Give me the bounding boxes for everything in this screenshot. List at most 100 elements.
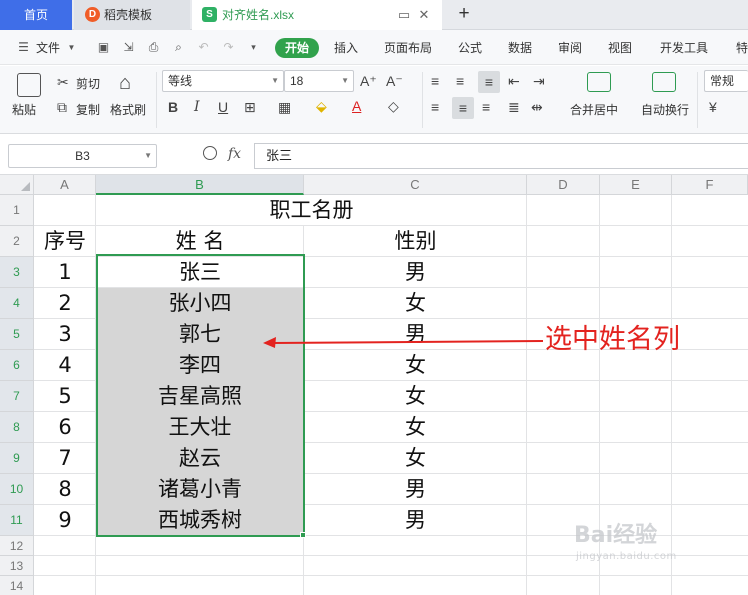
merge-center-icon[interactable] xyxy=(587,72,611,92)
column-header-a[interactable]: A xyxy=(34,175,96,195)
cell-gender[interactable]: 男 xyxy=(304,505,527,536)
window-restore-icon[interactable]: ▭ xyxy=(396,7,412,23)
cell-gender[interactable]: 男 xyxy=(304,474,527,505)
menu-view[interactable]: 视图 xyxy=(608,40,632,56)
cell-title[interactable]: 职工名册 xyxy=(96,195,527,226)
print-preview-icon[interactable]: ⌕ xyxy=(171,40,186,55)
row-header-7[interactable]: 7 xyxy=(0,381,34,412)
cell-number[interactable]: 5 xyxy=(34,381,96,412)
scissors-icon[interactable]: ✂ xyxy=(57,74,69,90)
align-top-icon[interactable]: ≡ xyxy=(431,73,439,89)
row-header-11[interactable]: 11 xyxy=(0,505,34,536)
copy-icon[interactable]: ⧉ xyxy=(57,99,67,115)
cell-gender[interactable]: 女 xyxy=(304,288,527,319)
row-header-4[interactable]: 4 xyxy=(0,288,34,319)
row-header-5[interactable]: 5 xyxy=(0,319,34,350)
align-left-icon[interactable]: ≡ xyxy=(431,99,439,115)
column-header-b[interactable]: B xyxy=(96,175,304,195)
cell-number[interactable]: 8 xyxy=(34,474,96,505)
decrease-font-icon[interactable]: A⁻ xyxy=(386,73,403,89)
format-painter-icon[interactable]: ⌂ xyxy=(119,72,131,94)
cell-header-name[interactable]: 姓 名 xyxy=(96,226,304,257)
cell-header-gender[interactable]: 性别 xyxy=(304,226,527,257)
format-painter-button[interactable]: 格式刷 xyxy=(110,101,146,118)
print-icon[interactable]: ⎙ xyxy=(146,40,161,55)
spreadsheet-grid[interactable]: ABCDEF 1 2 3 4 5 6 7 8 9 10 11 12 13 14 职工名册 序号姓 名性别 1 张… xyxy=(0,175,748,595)
menu-data[interactable]: 数据 xyxy=(508,40,532,56)
copy-button[interactable]: 复制 xyxy=(76,101,100,118)
row-header-14[interactable]: 14 xyxy=(0,576,34,595)
row-header-6[interactable]: 6 xyxy=(0,350,34,381)
underline-button[interactable]: U xyxy=(218,99,228,115)
paste-button[interactable]: 粘贴 xyxy=(12,101,36,118)
formula-input[interactable]: 张三 xyxy=(254,143,748,169)
column-header-d[interactable]: D xyxy=(527,175,600,195)
row-header-3[interactable]: 3 xyxy=(0,257,34,288)
row-header-1[interactable]: 1 xyxy=(0,195,34,226)
align-right-icon[interactable]: ≡ xyxy=(482,99,490,115)
cell-number[interactable]: 9 xyxy=(34,505,96,536)
align-center-icon[interactable]: ≡ xyxy=(452,97,474,119)
select-all-corner[interactable] xyxy=(0,175,34,195)
row-header-13[interactable]: 13 xyxy=(0,556,34,576)
menu-review[interactable]: 审阅 xyxy=(558,40,582,56)
distributed-icon[interactable]: ⇹ xyxy=(531,99,543,115)
menu-formulas[interactable]: 公式 xyxy=(458,40,482,56)
row-header-12[interactable]: 12 xyxy=(0,536,34,556)
row-header-2[interactable]: 2 xyxy=(0,226,34,257)
fx-icon[interactable]: fx xyxy=(228,146,241,162)
paste-icon[interactable] xyxy=(17,73,41,97)
cell-gender[interactable]: 男 xyxy=(304,257,527,288)
row-header-8[interactable]: 8 xyxy=(0,412,34,443)
cell-gender[interactable]: 女 xyxy=(304,412,527,443)
font-color-icon[interactable]: A xyxy=(352,98,361,114)
menu-developer[interactable]: 开发工具 xyxy=(660,40,708,56)
align-middle-icon[interactable]: ≡ xyxy=(456,73,464,89)
fill-color-icon[interactable]: ⬙ xyxy=(316,98,327,114)
column-header-e[interactable]: E xyxy=(600,175,672,195)
cell-number[interactable]: 1 xyxy=(34,257,96,288)
column-header-f[interactable]: F xyxy=(672,175,748,195)
hamburger-menu-icon[interactable]: ☰ xyxy=(16,40,31,55)
zoom-icon[interactable] xyxy=(203,146,217,160)
row-header-10[interactable]: 10 xyxy=(0,474,34,505)
align-bottom-icon[interactable]: ≡ xyxy=(478,71,500,93)
cell-number[interactable]: 2 xyxy=(34,288,96,319)
cell-number[interactable]: 6 xyxy=(34,412,96,443)
undo-icon[interactable]: ↶ xyxy=(196,40,211,55)
menu-page-layout[interactable]: 页面布局 xyxy=(384,40,432,56)
cell-gender[interactable]: 女 xyxy=(304,381,527,412)
close-tab-icon[interactable]: ✕ xyxy=(416,7,432,23)
number-format-select[interactable]: 常规 xyxy=(704,70,748,92)
cut-button[interactable]: 剪切 xyxy=(76,75,100,92)
menu-file[interactable]: 文件 xyxy=(36,40,60,56)
cell-gender[interactable]: 女 xyxy=(304,350,527,381)
font-size-select[interactable]: 18 ▼ xyxy=(284,70,354,92)
increase-indent-icon[interactable]: ⇥ xyxy=(533,73,545,89)
menu-insert[interactable]: 插入 xyxy=(334,40,358,56)
font-name-select[interactable]: 等线 ▼ xyxy=(162,70,284,92)
cell-number[interactable]: 4 xyxy=(34,350,96,381)
bold-button[interactable]: B xyxy=(168,99,178,115)
cell-header-number[interactable]: 序号 xyxy=(34,226,96,257)
column-header-c[interactable]: C xyxy=(304,175,527,195)
increase-font-icon[interactable]: A⁺ xyxy=(360,73,377,89)
new-tab-icon[interactable]: + xyxy=(454,4,474,24)
export-icon[interactable]: ⇲ xyxy=(121,40,136,55)
chevron-down-icon[interactable]: ▼ xyxy=(64,40,79,55)
decrease-indent-icon[interactable]: ⇤ xyxy=(508,73,520,89)
menu-start[interactable]: 开始 xyxy=(275,38,319,58)
fill-style-icon[interactable]: ▦ xyxy=(278,99,291,115)
redo-icon[interactable]: ↷ xyxy=(221,40,236,55)
currency-icon[interactable]: ¥ xyxy=(709,99,717,115)
merge-center-button[interactable]: 合并居中 xyxy=(570,101,618,118)
clear-format-icon[interactable]: ◇ xyxy=(388,98,399,114)
cell-gender[interactable]: 女 xyxy=(304,443,527,474)
fill-handle[interactable] xyxy=(300,532,306,538)
cell-number[interactable]: 7 xyxy=(34,443,96,474)
italic-button[interactable]: I xyxy=(194,99,200,115)
tab-home[interactable]: 首页 xyxy=(0,0,72,30)
tab-file[interactable]: S 对齐姓名.xlsx ▭ ✕ xyxy=(192,0,442,30)
customize-chevron-icon[interactable]: ▾ xyxy=(246,40,261,55)
tab-templates[interactable]: D 稻壳模板 xyxy=(74,0,190,30)
